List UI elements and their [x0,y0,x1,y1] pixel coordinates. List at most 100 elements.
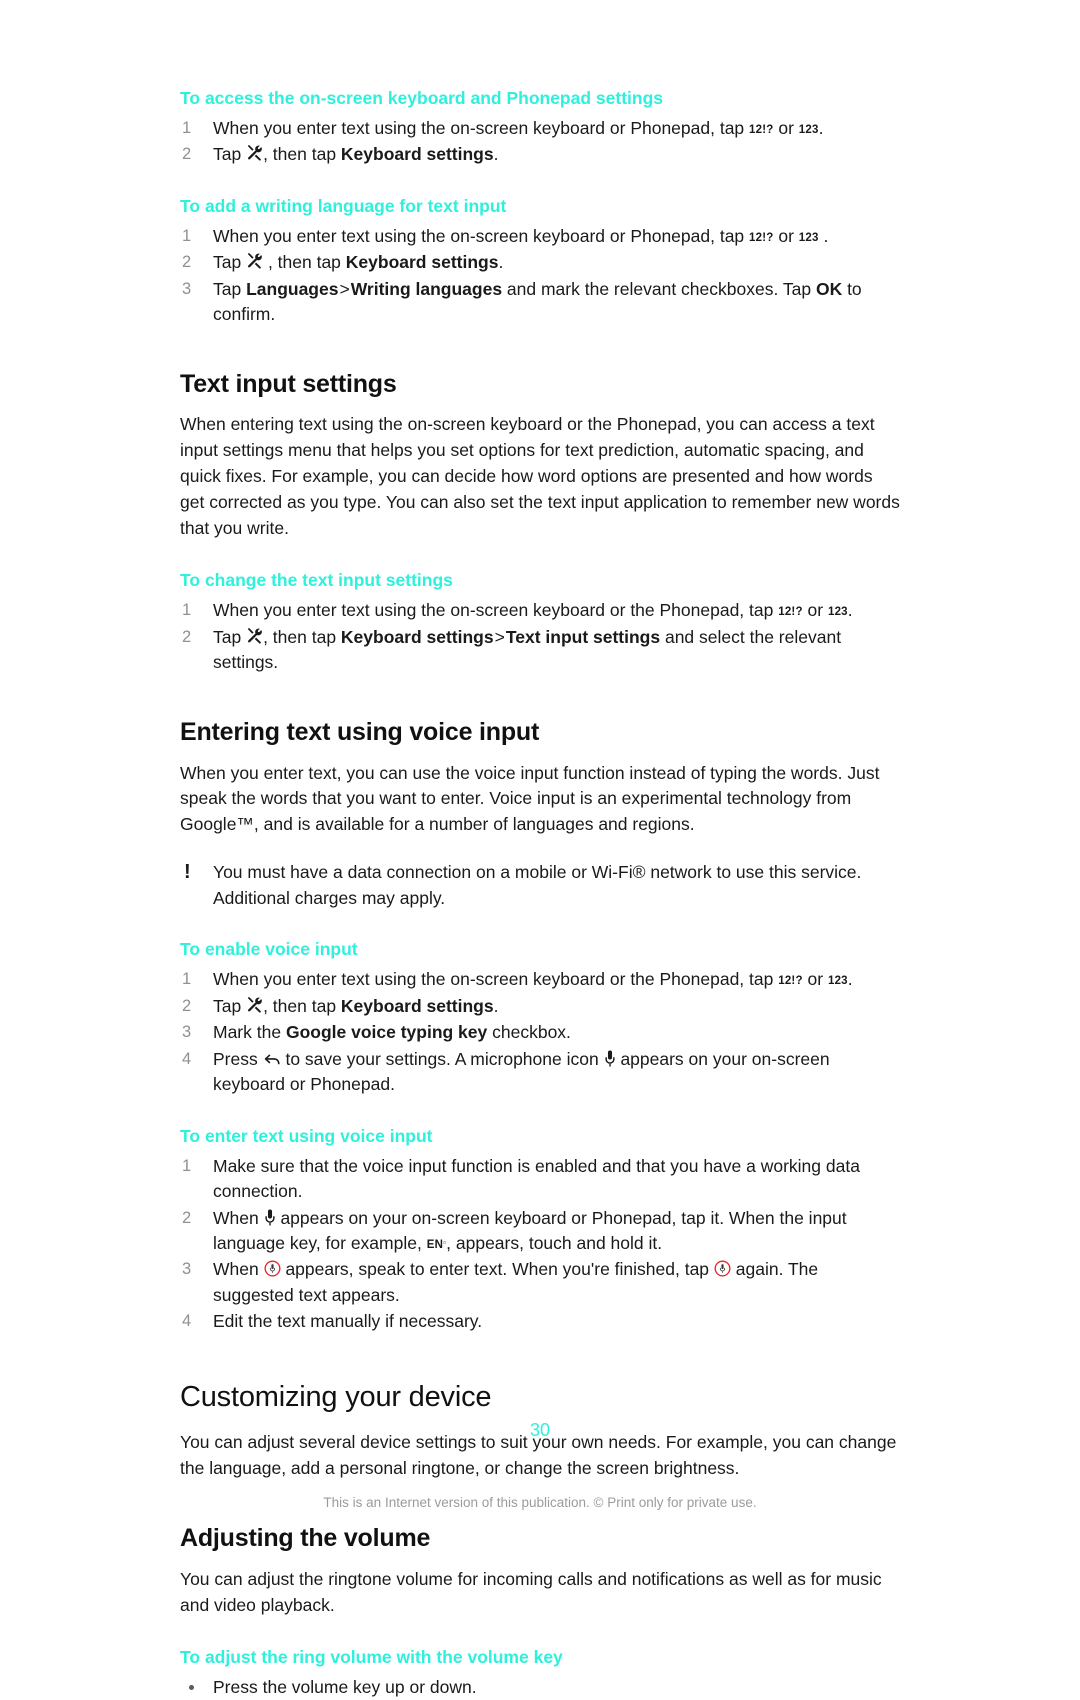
step-text: Tap [213,252,247,273]
step-number: 1 [182,601,192,620]
step-text-mid: appears, speak to enter text. When you'r… [280,1259,714,1280]
step-number: 1 [182,226,192,245]
wrench-icon [246,996,263,1014]
exclamation-icon: ! [184,861,191,884]
step-text-mid: or [802,600,828,621]
list-item: 1 When you enter text using the on-screen… [180,116,900,141]
step-number: 4 [182,1312,192,1331]
step-text-suffix: . [493,144,499,165]
key-123-glyph: 123 [827,606,848,619]
step-text-mid: to save your settings. A microphone icon [280,1048,604,1069]
step-number: 2 [182,996,192,1015]
task-heading-enable-voice: To enable voice input [180,939,358,960]
section-body-voice-input: When you enter text, you can use the voi… [180,762,880,835]
step-text-suffix: . [847,600,853,621]
steps-change-text-input: 1 When you enter text using the on-screen… [180,598,900,675]
step-text-bold-text-input-settings: Text input settings [505,626,661,647]
step-number: 4 [182,1049,192,1068]
step-number: 2 [182,145,192,164]
back-arrow-icon [263,1052,281,1067]
steps-enter-voice: 1 Make sure that the voice input function… [180,1154,900,1335]
list-item: 2 Tap , then tap Keyboard settings. [180,142,900,167]
section-body-adjusting-volume: You can adjust the ringtone volume for i… [180,1568,882,1615]
step-text-mid: and mark the relevant checkboxes. Tap [502,278,816,299]
task-heading-add-language: To add a writing language for text input [180,195,507,216]
note-text: You must have a data connection on a mob… [213,862,862,908]
document-page: To access the on-screen keyboard and Pho… [0,0,1080,1697]
step-text-bold-ok: OK [815,278,843,299]
wrench-icon [246,145,263,162]
page-content: To access the on-screen keyboard and Pho… [180,88,900,1700]
step-text-suffix: . [493,995,499,1016]
list-item: 2 Tap , then tap Keyboard settings>Text i… [180,625,900,676]
step-text-suffix: checkbox. [487,1022,571,1043]
list-item: 3 When appears, speak to enter text. When… [180,1257,900,1308]
list-item: 4 Press to save your settings. A micropho… [180,1047,900,1098]
microphone-record-icon [714,1260,731,1277]
section-heading-customizing: Customizing your device [180,1380,492,1413]
step-text-bold: Keyboard settings [345,252,499,273]
page-number: 30 [529,1420,551,1440]
key-123-glyph: 123 [798,231,819,244]
key-123-glyph: 123 [827,975,848,988]
step-text-bold: Google voice typing key [285,1022,488,1043]
steps-enable-voice: 1 When you enter text using the on-screen… [180,967,900,1097]
microphone-icon [604,1050,616,1067]
wrench-icon [246,253,263,270]
step-text-suffix: . [818,118,824,138]
step-number: 1 [182,1156,192,1175]
section-body-text-input-settings: When entering text using the on-screen k… [180,414,900,539]
breadcrumb-separator: > [494,626,505,647]
step-text-bold: Keyboard settings [340,995,494,1016]
step-text: Tap [213,144,247,165]
bullet-text: Press the volume key up or down. [213,1676,477,1697]
step-text: Press [213,1048,263,1069]
microphone-record-icon [264,1260,281,1277]
step-text: Edit the text manually if necessary. [213,1311,483,1332]
list-item: 1 Make sure that the voice input function… [180,1154,900,1205]
list-item: 2 Tap , then tap Keyboard settings. [180,250,900,275]
step-text-bold: Keyboard settings [340,144,494,165]
step-text-mid: or [773,118,799,138]
step-number: 3 [182,1023,192,1042]
microphone-icon [264,1209,276,1226]
step-text: When you enter text using the on-screen … [213,118,750,138]
bullet-icon [189,1684,194,1690]
step-number: 2 [182,1208,192,1227]
list-item: 2 Tap , then tap Keyboard settings. [180,994,900,1019]
step-number: 2 [182,627,192,646]
step-number: 1 [182,970,192,989]
list-item: 1 When you enter text using the on-screen… [180,967,900,992]
list-item: 3 Tap Languages>Writing languages and mar… [180,277,900,328]
step-text-mid: or [802,969,828,990]
step-text-mid: , then tap [263,626,341,647]
section-heading-text-input-settings: Text input settings [180,369,397,398]
steps-access-keyboard: 1 When you enter text using the on-screen… [180,116,900,168]
step-text: Tap [213,278,247,299]
step-text-suffix: . [818,225,829,246]
step-text-mid: , then tap [263,252,346,273]
list-item: 2 When appears on your on-screen keyboard… [180,1206,900,1257]
key-12-symbols-glyph: 12!? [749,124,774,136]
key-123-glyph: 123 [798,124,819,136]
step-text-bold-languages: Languages [246,278,339,299]
section-heading-adjusting-volume: Adjusting the volume [180,1524,431,1553]
step-text: When [213,1207,264,1228]
breadcrumb-separator: > [339,278,350,299]
step-text-mid: , then tap [263,995,341,1016]
step-text: Make sure that the voice input function … [213,1155,860,1202]
step-number: 1 [182,119,192,137]
footer-disclaimer: This is an Internet version of this publ… [323,1495,757,1510]
task-heading-ring-volume: To adjust the ring volume with the volum… [180,1646,563,1667]
step-text-bold-keyboard-settings: Keyboard settings [340,626,494,647]
step-text-suffix: . [498,252,504,273]
list-item: 4 Edit the text manually if necessary. [180,1309,900,1334]
step-text: Tap [213,995,247,1016]
language-key-label: EN [426,1238,444,1251]
step-text-suffix: . [847,969,853,990]
step-number: 3 [182,1260,192,1279]
note-block: ! You must have a data connection on a mo… [180,860,900,911]
step-text-bold-writing-languages: Writing languages [350,278,503,299]
step-number: 3 [182,279,192,298]
step-text: When you enter text using the on-screen … [213,225,750,246]
